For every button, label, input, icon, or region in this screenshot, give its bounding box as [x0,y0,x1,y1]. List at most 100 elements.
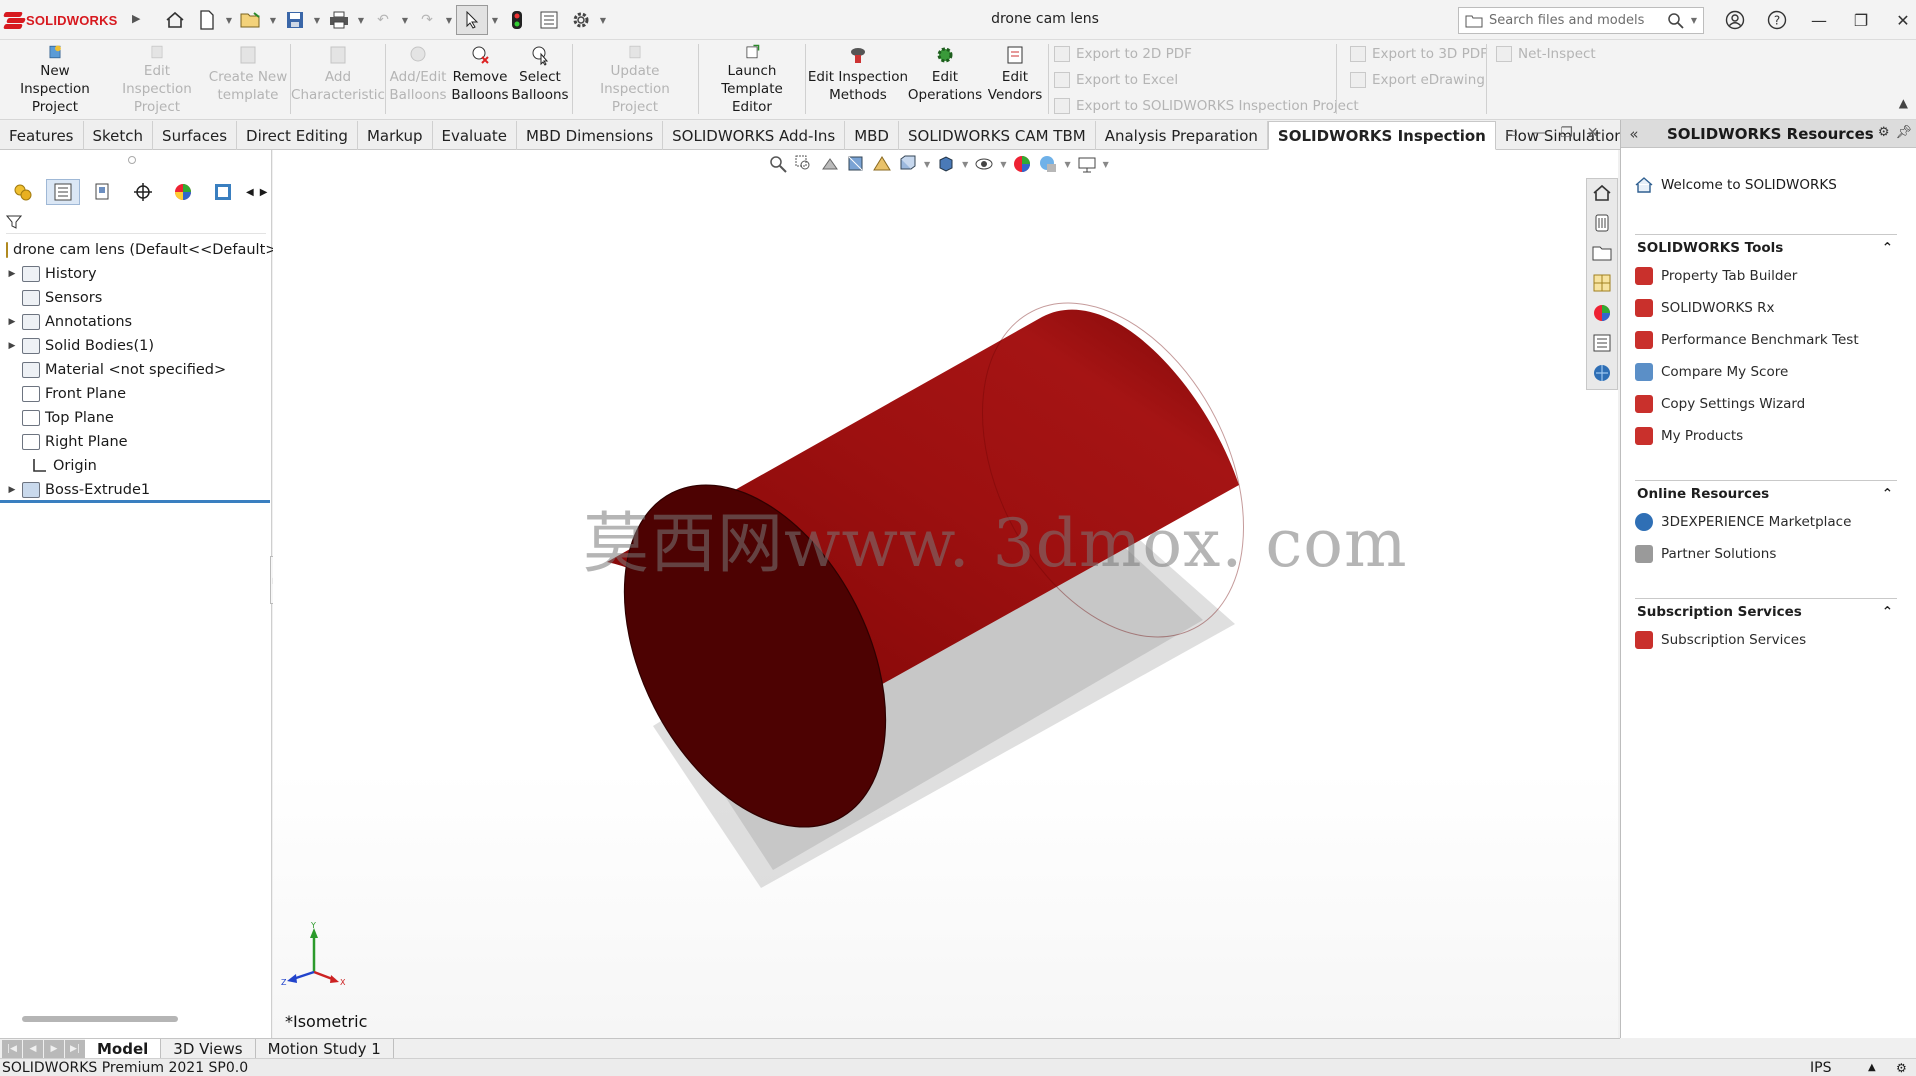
expand-icon[interactable]: ▶ [6,317,18,327]
rebuild-icon[interactable] [502,6,532,34]
edit-inspection-methods-button[interactable]: Edit Inspection Methods [806,44,910,116]
section-header[interactable]: Subscription Services ⌃ [1635,598,1897,624]
last-tab-icon[interactable]: ▶| [65,1039,85,1058]
next-tab-icon[interactable]: ▶ [44,1039,64,1058]
tab-solidworks-add-ins[interactable]: SOLIDWORKS Add-Ins [663,121,846,150]
restore-icon[interactable]: ❐ [1842,6,1880,34]
unit-system[interactable]: IPS [1810,1060,1831,1076]
undo-icon[interactable]: ↶ [368,6,398,34]
horizontal-scrollbar[interactable] [22,1016,178,1022]
select-dropdown-icon[interactable]: ▼ [490,16,500,25]
inspection-manager-tab-icon[interactable] [206,179,240,205]
appearances-icon[interactable] [1592,303,1612,323]
expand-icon[interactable]: ▶ [6,485,18,495]
tree-item-sensors[interactable]: Sensors [0,286,270,310]
redo-dropdown-icon[interactable]: ▼ [444,16,454,25]
expand-icon[interactable]: ▶ [6,341,18,351]
new-document-icon[interactable] [192,6,222,34]
tile-icon[interactable]: ▭ [1505,125,1518,141]
prev-tab-icon[interactable]: ◀ [23,1039,43,1058]
close-icon[interactable]: ✕ [1884,6,1916,34]
tree-item-top-plane[interactable]: Top Plane [0,406,270,430]
undo-dropdown-icon[interactable]: ▼ [400,16,410,25]
feature-manager-tab-icon[interactable] [6,179,40,205]
display-manager-tab-icon[interactable] [166,179,200,205]
options-dropdown-icon[interactable]: ▼ [598,16,608,25]
search-box[interactable]: Search files and models ▼ [1458,7,1704,34]
tree-item-origin[interactable]: Origin [0,454,270,478]
add-edit-balloons-button[interactable]: Add/Edit Balloons [386,44,450,116]
section-header[interactable]: Online Resources ⌃ [1635,480,1897,506]
launch-template-editor-button[interactable]: Launch Template Editor [700,44,804,116]
section-header[interactable]: SOLIDWORKS Tools ⌃ [1635,234,1897,260]
custom-properties-icon[interactable] [1592,333,1612,353]
tab-surfaces[interactable]: Surfaces [153,121,238,150]
export-inspection-project-button[interactable]: Export to SOLIDWORKS Inspection Project [1054,96,1359,116]
viewport-close-icon[interactable]: ✕ [1587,125,1599,141]
rollback-bar[interactable] [0,500,270,503]
model-cylinder[interactable] [273,150,1618,1038]
partner-solutions-link[interactable]: Partner Solutions [1635,538,1897,570]
update-inspection-project-button[interactable]: Update Inspection Project [574,44,696,116]
tab-motion-study-1[interactable]: Motion Study 1 [256,1038,394,1059]
design-library-icon[interactable] [1592,213,1612,233]
search-icon[interactable] [1667,12,1685,30]
tab-evaluate[interactable]: Evaluate [433,121,518,150]
community-forum-icon[interactable] [1592,363,1612,383]
open-folder-icon[interactable] [236,6,266,34]
configuration-manager-tab-icon[interactable] [86,179,120,205]
export-excel-button[interactable]: Export to Excel [1054,70,1359,90]
open-dropdown-icon[interactable]: ▼ [268,16,278,25]
add-characteristic-button[interactable]: Add Characteristic [291,44,385,116]
user-account-icon[interactable] [1716,6,1754,34]
search-dropdown-icon[interactable]: ▼ [1691,16,1697,25]
help-icon[interactable]: ? [1758,6,1796,34]
redo-icon[interactable]: ↷ [412,6,442,34]
tree-item-annotations[interactable]: ▶ Annotations [0,310,270,334]
save-icon[interactable] [280,6,310,34]
create-new-template-button[interactable]: Create New template [206,44,290,116]
viewport-restore-icon[interactable]: ❐ [1560,125,1573,141]
tab-analysis-preparation[interactable]: Analysis Preparation [1096,121,1268,150]
solidworks-rx-link[interactable]: SOLIDWORKS Rx [1635,292,1897,324]
subscription-services-link[interactable]: Subscription Services [1635,624,1897,656]
collapse-task-pane-icon[interactable]: « [1621,125,1647,143]
net-inspect-button[interactable]: Net-Inspect [1496,44,1596,64]
pin-icon[interactable]: 📌︎ [1895,125,1912,140]
first-tab-icon[interactable]: |◀ [2,1039,22,1058]
select-pointer-icon[interactable] [456,5,488,35]
section-collapse-icon[interactable]: ⌃ [1882,604,1893,620]
edit-inspection-project-button[interactable]: Edit Inspection Project [108,44,206,116]
tabs-scroll-left-icon[interactable]: ◀ [246,187,254,198]
tree-item-history[interactable]: ▶ History [0,262,270,286]
edit-vendors-button[interactable]: Edit Vendors [980,44,1050,116]
dimxpert-manager-tab-icon[interactable] [126,179,160,205]
select-balloons-button[interactable]: Select Balloons [510,44,570,116]
coordinate-triad[interactable]: Y X Z [273,922,353,992]
property-tab-builder-link[interactable]: Property Tab Builder [1635,260,1897,292]
tab-solidworks-cam-tbm[interactable]: SOLIDWORKS CAM TBM [899,121,1096,150]
graphics-area[interactable]: ▼ ▼ ▼ ▼ ▼ 莫西网www. 3dmox. com Y X Z *Isom… [273,150,1618,1038]
remove-balloons-button[interactable]: Remove Balloons [450,44,510,116]
tree-root-part[interactable]: drone cam lens (Default<<Default> [0,238,277,262]
filter-icon[interactable] [6,214,22,230]
tree-filter[interactable] [6,210,266,234]
search-scope-icon[interactable] [1465,14,1483,28]
3dexperience-marketplace-link[interactable]: 3DEXPERIENCE Marketplace [1635,506,1897,538]
menu-expand-icon[interactable]: ▶ [132,12,140,25]
tab-direct-editing[interactable]: Direct Editing [237,121,358,150]
tab-features[interactable]: Features [0,121,84,150]
file-explorer-icon[interactable] [1592,243,1612,263]
new-inspection-project-button[interactable]: New Inspection Project [4,44,106,116]
new-dropdown-icon[interactable]: ▼ [224,16,234,25]
tab-3d-views[interactable]: 3D Views [161,1038,256,1059]
copy-settings-wizard-link[interactable]: Copy Settings Wizard [1635,388,1897,420]
view-palette-icon[interactable] [1592,273,1612,293]
edit-operations-button[interactable]: Edit Operations [908,44,982,116]
export-3d-pdf-button[interactable]: Export to 3D PDF [1350,44,1488,64]
export-edrawing-button[interactable]: Export eDrawing [1350,70,1488,90]
tab-mbd-dimensions[interactable]: MBD Dimensions [517,121,664,150]
solidworks-resources-icon[interactable] [1592,183,1612,203]
tab-sketch[interactable]: Sketch [84,121,154,150]
task-pane-settings-icon[interactable]: ⚙ [1878,125,1890,140]
